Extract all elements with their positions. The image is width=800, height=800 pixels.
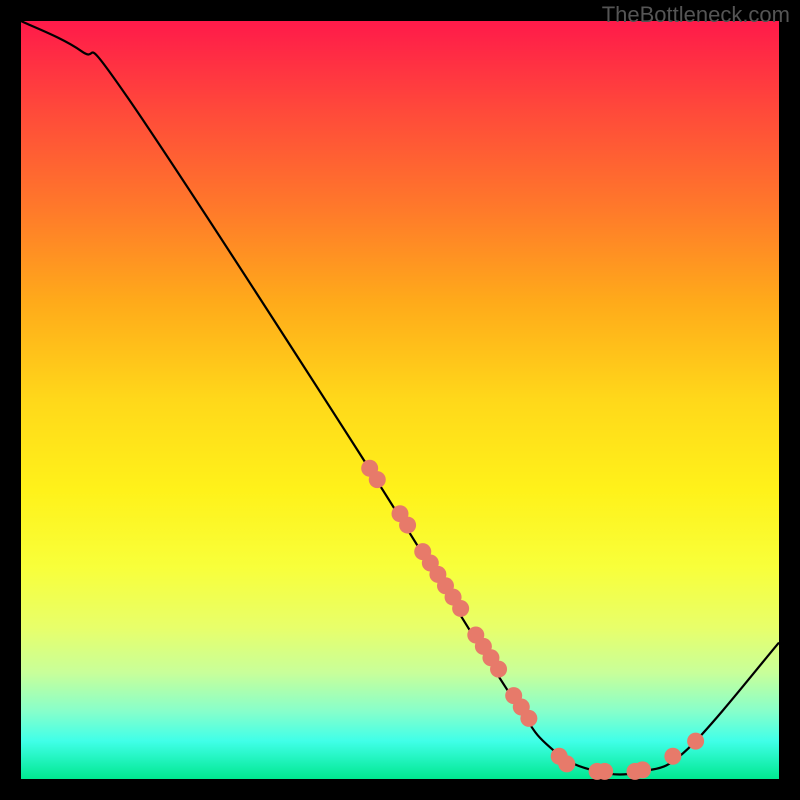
curve-marker [596, 763, 613, 780]
curve-markers-group [361, 460, 704, 780]
curve-marker [664, 748, 681, 765]
curve-marker [452, 600, 469, 617]
curve-marker [558, 755, 575, 772]
curve-line [21, 21, 779, 774]
gradient-plot-background [21, 21, 779, 779]
watermark-text: TheBottleneck.com [602, 2, 790, 28]
curve-marker [369, 471, 386, 488]
curve-marker [687, 733, 704, 750]
curve-marker [399, 517, 416, 534]
curve-marker [634, 761, 651, 778]
curve-marker [490, 661, 507, 678]
curve-marker [520, 710, 537, 727]
bottleneck-curve-chart [21, 21, 779, 779]
